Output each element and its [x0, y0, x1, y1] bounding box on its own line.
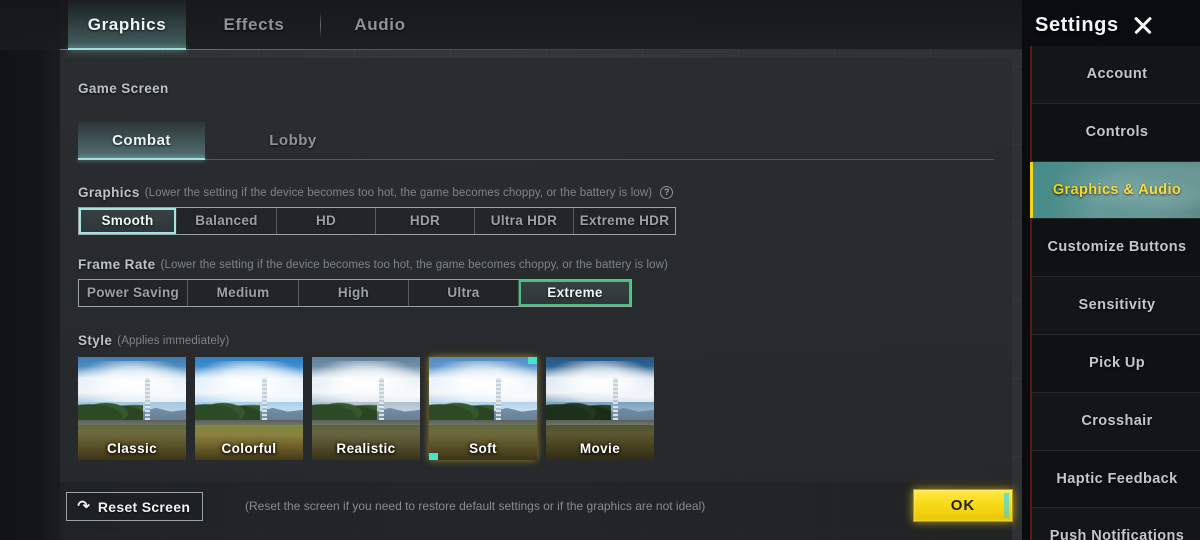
graphics-quality-label: Graphics [78, 185, 140, 200]
reset-screen-hint: (Reset the screen if you need to restore… [245, 499, 706, 513]
sidebar-item-crosshair[interactable]: Crosshair [1030, 392, 1200, 451]
question-mark-circle-icon[interactable]: ? [660, 186, 674, 199]
frame-rate-segmented-control: Power Saving Medium High Ultra Extreme [78, 279, 632, 307]
graphics-quality-segmented-control: Smooth Balanced HD HDR Ultra HDR Extreme… [78, 207, 676, 235]
style-thumbnail-colorful[interactable]: Colorful [195, 357, 303, 460]
style-thumbnail-label: Colorful [221, 441, 277, 456]
graphics-option-balanced[interactable]: Balanced [177, 208, 277, 234]
frame-rate-label: Frame Rate [78, 257, 156, 272]
graphics-option-extreme-hdr[interactable]: Extreme HDR [574, 208, 675, 234]
selection-corner-icon [429, 453, 438, 460]
settings-title: Settings [1035, 13, 1119, 36]
style-row: Style (Applies immediately) Classic Colo… [78, 333, 654, 460]
ok-button[interactable]: OK [913, 489, 1013, 522]
sidebar-item-pick-up[interactable]: Pick Up [1030, 334, 1200, 393]
frame-rate-header: Frame Rate (Lower the setting if the dev… [78, 257, 668, 272]
style-thumbnail-realistic[interactable]: Realistic [312, 357, 420, 460]
style-thumbnail-soft[interactable]: Soft [429, 357, 537, 460]
selection-corner-icon [528, 357, 537, 364]
game-screen-tab-lobby[interactable]: Lobby [238, 122, 348, 160]
undo-arrow-icon: ↶ [77, 498, 90, 515]
game-screen-label: Game Screen [78, 81, 169, 96]
graphics-quality-row: Graphics (Lower the setting if the devic… [78, 185, 676, 235]
settings-header: Settings [1035, 8, 1200, 42]
graphics-option-ultra-hdr[interactable]: Ultra HDR [475, 208, 574, 234]
graphics-quality-header: Graphics (Lower the setting if the devic… [78, 185, 676, 200]
graphics-settings-panel: Game Screen Combat Lobby Graphics (Lower… [60, 58, 1012, 482]
tab-separator [320, 12, 321, 38]
thumbnail-tower [612, 377, 618, 421]
thumbnail-tower [495, 377, 501, 421]
frame-rate-option-medium[interactable]: Medium [188, 280, 299, 306]
thumbnail-tower [378, 377, 384, 421]
settings-sidebar-list: Account Controls Graphics & Audio Custom… [1030, 46, 1200, 540]
sidebar-item-controls[interactable]: Controls [1030, 103, 1200, 162]
tab-audio[interactable]: Audio [330, 0, 430, 50]
reset-screen-button[interactable]: ↶ Reset Screen [66, 492, 204, 521]
frame-rate-option-high[interactable]: High [299, 280, 409, 306]
style-label: Style [78, 333, 113, 348]
graphics-option-hd[interactable]: HD [277, 208, 376, 234]
tab-effects[interactable]: Effects [200, 0, 308, 50]
thumbnail-tower [144, 377, 150, 421]
frame-rate-option-power-saving[interactable]: Power Saving [79, 280, 188, 306]
frame-rate-row: Frame Rate (Lower the setting if the dev… [78, 257, 668, 307]
frame-rate-option-extreme[interactable]: Extreme [519, 280, 631, 306]
tab-graphics[interactable]: Graphics [68, 0, 186, 50]
frame-rate-hint: (Lower the setting if the device becomes… [160, 258, 668, 271]
style-thumbnail-classic[interactable]: Classic [78, 357, 186, 460]
sidebar-item-sensitivity[interactable]: Sensitivity [1030, 277, 1200, 335]
sidebar-item-haptic-feedback[interactable]: Haptic Feedback [1030, 450, 1200, 509]
sidebar-item-graphics-audio[interactable]: Graphics & Audio [1030, 161, 1200, 220]
frame-rate-option-ultra[interactable]: Ultra [409, 280, 519, 306]
settings-screen: Graphics Effects Audio Game Screen Comba… [0, 0, 1200, 540]
game-screen-tab-combat[interactable]: Combat [78, 122, 205, 160]
style-thumbnail-label: Soft [469, 441, 497, 456]
sidebar-item-customize-buttons[interactable]: Customize Buttons [1030, 219, 1200, 278]
background-left-gutter [0, 0, 60, 540]
style-thumbnail-list: Classic Colorful Realistic Soft Movie [78, 357, 654, 460]
top-tab-bar: Graphics Effects Audio [0, 0, 1022, 50]
graphics-quality-hint: (Lower the setting if the device becomes… [144, 186, 653, 199]
panel-footer: ↶ Reset Screen (Reset the screen if you … [60, 482, 1013, 540]
graphics-option-smooth[interactable]: Smooth [79, 208, 177, 234]
style-thumbnail-movie[interactable]: Movie [546, 357, 654, 460]
reset-screen-label: Reset Screen [97, 498, 191, 515]
sidebar-item-push-notifications[interactable]: Push Notifications [1030, 508, 1200, 540]
style-thumbnail-label: Classic [106, 441, 158, 456]
style-hint: (Applies immediately) [117, 334, 230, 347]
style-thumbnail-label: Movie [579, 441, 621, 456]
sidebar-item-account[interactable]: Account [1030, 46, 1200, 104]
graphics-option-hdr[interactable]: HDR [376, 208, 475, 234]
style-thumbnail-label: Realistic [336, 441, 396, 456]
close-icon[interactable] [1131, 13, 1155, 37]
thumbnail-tower [261, 377, 267, 421]
game-screen-tabs: Combat Lobby [78, 122, 994, 160]
style-header: Style (Applies immediately) [78, 333, 654, 348]
